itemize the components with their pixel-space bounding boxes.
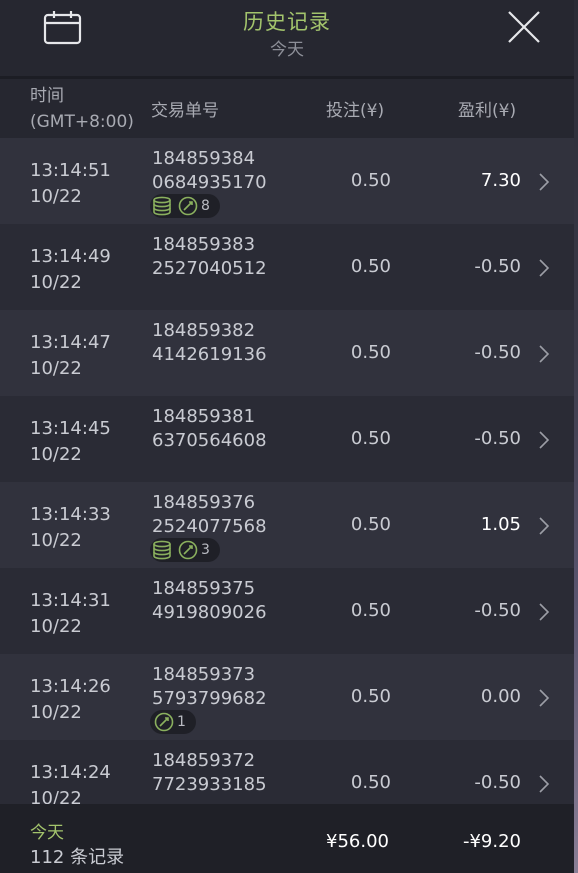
history-list[interactable]: 13:14:51 10/22 184859384 0684935170 8 0.50…: [0, 138, 574, 804]
row-profit: -0.50: [474, 428, 521, 449]
badge-count: 3: [201, 542, 210, 558]
history-row[interactable]: 13:14:33 10/22 184859376 2524077568 3 0.50…: [0, 482, 574, 568]
row-time: 13:14:24 10/22: [30, 762, 111, 804]
chevron-right-icon: [539, 603, 550, 621]
chevron-right-icon: [539, 775, 550, 793]
chevron-right-icon: [539, 345, 550, 363]
row-bet: 0.50: [350, 428, 391, 449]
target-icon: [178, 196, 198, 216]
row-transaction-id: 184859376 2524077568: [152, 492, 267, 537]
badge-count: 8: [201, 198, 210, 214]
column-header-time: 时间 (GMT+8:00): [30, 83, 134, 135]
background-edge: [574, 0, 578, 873]
history-row[interactable]: 13:14:26 10/22 184859373 5793799682 1 0.50…: [0, 654, 574, 740]
footer-total-profit: -¥9.20: [462, 831, 521, 852]
chevron-right-icon: [539, 173, 550, 191]
column-header-id: 交易单号: [151, 101, 219, 121]
row-profit: -0.50: [474, 342, 521, 363]
history-row[interactable]: 13:14:49 10/22 184859383 2527040512 0.50 -…: [0, 224, 574, 310]
row-profit: 7.30: [480, 170, 521, 191]
row-badge: 1: [150, 710, 196, 734]
row-time: 13:14:49 10/22: [30, 246, 111, 293]
row-badge: 3: [150, 538, 220, 562]
row-time: 13:14:31 10/22: [30, 590, 111, 637]
coins-icon: [153, 196, 171, 216]
history-row[interactable]: 13:14:51 10/22 184859384 0684935170 8 0.50…: [0, 138, 574, 224]
row-profit: 1.05: [480, 514, 521, 535]
row-bet: 0.50: [350, 686, 391, 707]
history-row[interactable]: 13:14:45 10/22 184859381 6370564608 0.50 -…: [0, 396, 574, 482]
row-time: 13:14:26 10/22: [30, 676, 111, 723]
row-transaction-id: 184859381 6370564608: [152, 406, 267, 451]
row-bet: 0.50: [350, 600, 391, 621]
row-time: 13:14:45 10/22: [30, 418, 111, 465]
column-header-profit: 盈利(¥): [458, 101, 517, 121]
chevron-right-icon: [539, 259, 550, 277]
row-bet: 0.50: [350, 170, 391, 191]
header: 历史记录 今天: [0, 0, 574, 76]
column-headers: 时间 (GMT+8:00) 交易单号 投注(¥) 盈利(¥): [0, 79, 574, 138]
footer-total-bet: ¥56.00: [326, 831, 389, 852]
row-transaction-id: 184859375 4919809026: [152, 578, 267, 623]
column-header-bet: 投注(¥): [326, 101, 385, 121]
row-bet: 0.50: [350, 772, 391, 793]
row-profit: -0.50: [474, 772, 521, 793]
target-icon: [178, 540, 198, 560]
row-profit: -0.50: [474, 600, 521, 621]
badge-count: 1: [177, 714, 186, 730]
chevron-right-icon: [539, 689, 550, 707]
column-header-time-label: 时间: [30, 86, 64, 106]
history-panel: 历史记录 今天 时间 (GMT+8:00) 交易单号 投注(¥) 盈利(¥) 1…: [0, 0, 574, 873]
row-time: 13:14:33 10/22: [30, 504, 111, 551]
target-icon: [154, 712, 174, 732]
chevron-right-icon: [539, 517, 550, 535]
row-bet: 0.50: [350, 256, 391, 277]
row-bet: 0.50: [350, 514, 391, 535]
row-profit: 0.00: [480, 686, 521, 707]
row-transaction-id: 184859382 4142619136: [152, 320, 267, 365]
row-time: 13:14:47 10/22: [30, 332, 111, 379]
row-time: 13:14:51 10/22: [30, 160, 111, 207]
footer-period-label: 今天: [30, 823, 64, 843]
close-icon[interactable]: [505, 8, 543, 46]
footer-record-count: 112 条记录: [30, 847, 125, 868]
chevron-right-icon: [539, 431, 550, 449]
row-badge: 8: [150, 194, 220, 218]
row-transaction-id: 184859372 7723933185: [152, 750, 267, 795]
history-row[interactable]: 13:14:31 10/22 184859375 4919809026 0.50 -…: [0, 568, 574, 654]
summary-footer: 今天 112 条记录 ¥56.00 -¥9.20: [0, 804, 574, 873]
page-subtitle: 今天: [270, 40, 304, 60]
row-transaction-id: 184859373 5793799682: [152, 664, 267, 709]
history-row[interactable]: 13:14:24 10/22 184859372 7723933185 0.50 -…: [0, 740, 574, 804]
row-profit: -0.50: [474, 256, 521, 277]
history-row[interactable]: 13:14:47 10/22 184859382 4142619136 0.50 -…: [0, 310, 574, 396]
row-transaction-id: 184859383 2527040512: [152, 234, 267, 279]
row-bet: 0.50: [350, 342, 391, 363]
coins-icon: [153, 540, 171, 560]
page-title: 历史记录: [243, 10, 331, 34]
row-transaction-id: 184859384 0684935170: [152, 148, 267, 193]
column-header-timezone: (GMT+8:00): [30, 112, 134, 132]
